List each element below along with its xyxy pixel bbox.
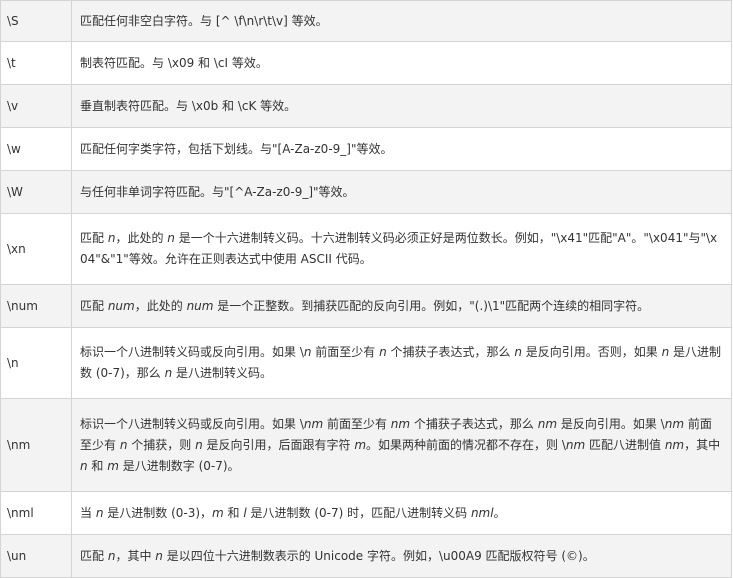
italic-term: m [212, 505, 224, 520]
table-row: \xn 匹配 n，此处的 n 是一个十六进制转义码。十六进制转义码必须正好是两位… [0, 213, 732, 285]
description-text: ，其中 [115, 548, 156, 563]
description-text: 制表符匹配。与 \x09 和 \cI 等效。 [80, 55, 268, 70]
description-text: 是八进制数字 (0-7)。 [118, 458, 240, 473]
description-text: 和 [223, 505, 244, 520]
table-row: \t 制表符匹配。与 \x09 和 \cI 等效。 [0, 41, 732, 85]
italic-term: n [195, 437, 203, 452]
italic-term: n [155, 548, 163, 563]
description-text: 和 [87, 458, 108, 473]
italic-term: nm [664, 437, 685, 452]
description-text: ，其中 [684, 437, 721, 452]
description-text: 是八进制数 (0-3)， [103, 505, 213, 520]
description-text: 前面至少有 [323, 416, 391, 431]
description-text: 当 [80, 505, 96, 520]
italic-term: n [167, 231, 175, 245]
italic-term: nml [470, 505, 494, 520]
description-text: 。 [493, 505, 506, 520]
table-row: \nm 标识一个八进制转义码或反向引用。如果 \nm 前面至少有 nm 个捕获子… [0, 398, 732, 492]
description-text: 前面至少有 [311, 345, 380, 359]
pattern-cell: \un [0, 534, 72, 578]
description-cell: 制表符匹配。与 \x09 和 \cI 等效。 [71, 41, 732, 85]
description-text: 。如果两种前面的情况都不存在，则 \ [366, 437, 566, 452]
italic-term: n [379, 345, 387, 359]
italic-term: nm [390, 416, 411, 431]
description-text: ，此处的 [115, 231, 168, 245]
italic-term: n [514, 345, 522, 359]
pattern-cell: \n [0, 327, 72, 399]
description-text: 匹配 [80, 548, 108, 563]
description-text: 个捕获，则 [127, 437, 196, 452]
pattern-cell: \t [0, 41, 72, 85]
description-text: 标识一个八进制转义码或反向引用。如果 \ [80, 416, 304, 431]
description-cell: 匹配任何非空白字符。与 [^ \f\n\r\t\v] 等效。 [71, 0, 732, 42]
description-cell: 匹配 num，此处的 num 是一个正整数。到捕获匹配的反向引用。例如，"(.)… [71, 284, 732, 328]
table-row: \W 与任何非单词字符匹配。与"[^A-Za-z0-9_]"等效。 [0, 170, 732, 214]
description-text: 标识一个八进制转义码或反向引用。如果 \ [80, 345, 304, 359]
description-text: 是反向引用。否则，如果 [521, 345, 662, 359]
description-cell: 垂直制表符匹配。与 \x0b 和 \cK 等效。 [71, 84, 732, 128]
description-cell: 当 n 是八进制数 (0-3)，m 和 l 是八进制数 (0-7) 时，匹配八进… [71, 491, 732, 535]
italic-term: nm [664, 416, 685, 431]
table-row: \un 匹配 n，其中 n 是以四位十六进制数表示的 Unicode 字符。例如… [0, 534, 732, 578]
italic-term: nm [303, 416, 324, 431]
description-text: 个捕获子表达式，那么 [386, 345, 515, 359]
description-text: 是反向引用，后面跟有字符 [202, 437, 355, 452]
table-row: \n 标识一个八进制转义码或反向引用。如果 \ n 前面至少有 n 个捕获子表达式… [0, 327, 732, 399]
pattern-cell: \nm [0, 398, 72, 492]
italic-term: num [186, 298, 214, 313]
pattern-cell: \xn [0, 213, 72, 285]
italic-term: n [80, 458, 88, 473]
description-cell: 匹配任何字类字符，包括下划线。与"[A-Za-z0-9_]"等效。 [71, 127, 732, 171]
description-text: 是八进制数 (0-7) 时，匹配八进制转义码 [246, 505, 471, 520]
italic-term: m [354, 437, 367, 452]
description-text: 是一个十六进制转义码。十六进制转义码必须正好是两位数长。例如，"\x41"匹配"… [80, 231, 718, 266]
description-text: 匹配八进制值 [585, 437, 665, 452]
description-text: 匹配 [80, 298, 108, 313]
italic-term: nm [565, 437, 586, 452]
italic-term: m [107, 458, 119, 473]
pattern-cell: \v [0, 84, 72, 128]
pattern-cell: \S [0, 0, 72, 42]
description-text: 是八进制转义码。 [172, 366, 273, 380]
regex-reference-table: \S 匹配任何非空白字符。与 [^ \f\n\r\t\v] 等效。 \t 制表符… [0, 0, 732, 578]
italic-term: num [107, 298, 135, 313]
description-text: 匹配任何字类字符，包括下划线。与"[A-Za-z0-9_]"等效。 [80, 141, 393, 156]
pattern-cell: \W [0, 170, 72, 214]
pattern-cell: \nml [0, 491, 72, 535]
description-text: 匹配 [80, 231, 108, 245]
table-row: \w 匹配任何字类字符，包括下划线。与"[A-Za-z0-9_]"等效。 [0, 127, 732, 171]
description-text: 垂直制表符匹配。与 \x0b 和 \cK 等效。 [80, 98, 297, 113]
pattern-cell: \num [0, 284, 72, 328]
table-row: \nml 当 n 是八进制数 (0-3)，m 和 l 是八进制数 (0-7) 时… [0, 491, 732, 535]
description-cell: 标识一个八进制转义码或反向引用。如果 \ n 前面至少有 n 个捕获子表达式，那么… [71, 327, 732, 399]
pattern-cell: \w [0, 127, 72, 171]
description-text: ，此处的 [134, 298, 187, 313]
table-row: \v 垂直制表符匹配。与 \x0b 和 \cK 等效。 [0, 84, 732, 128]
description-cell: 匹配 n，此处的 n 是一个十六进制转义码。十六进制转义码必须正好是两位数长。例… [71, 213, 732, 285]
description-text: 与任何非单词字符匹配。与"[^A-Za-z0-9_]"等效。 [80, 184, 355, 199]
description-cell: 与任何非单词字符匹配。与"[^A-Za-z0-9_]"等效。 [71, 170, 732, 214]
description-text: 是一个正整数。到捕获匹配的反向引用。例如，"(.)\1"匹配两个连续的相同字符。 [213, 298, 650, 313]
italic-term: nm [537, 416, 558, 431]
description-text: 是以四位十六进制数表示的 Unicode 字符。例如，\u00A9 匹配版权符号… [162, 548, 595, 563]
description-cell: 匹配 n，其中 n 是以四位十六进制数表示的 Unicode 字符。例如，\u0… [71, 534, 732, 578]
table-row: \S 匹配任何非空白字符。与 [^ \f\n\r\t\v] 等效。 [0, 0, 732, 42]
table-row: \num 匹配 num，此处的 num 是一个正整数。到捕获匹配的反向引用。例如… [0, 284, 732, 328]
description-text: 是反向引用。如果 \ [557, 416, 665, 431]
description-text: 个捕获子表达式，那么 [410, 416, 538, 431]
description-text: 匹配任何非空白字符。与 [^ \f\n\r\t\v] 等效。 [80, 13, 328, 28]
description-cell: 标识一个八进制转义码或反向引用。如果 \nm 前面至少有 nm 个捕获子表达式，… [71, 398, 732, 492]
